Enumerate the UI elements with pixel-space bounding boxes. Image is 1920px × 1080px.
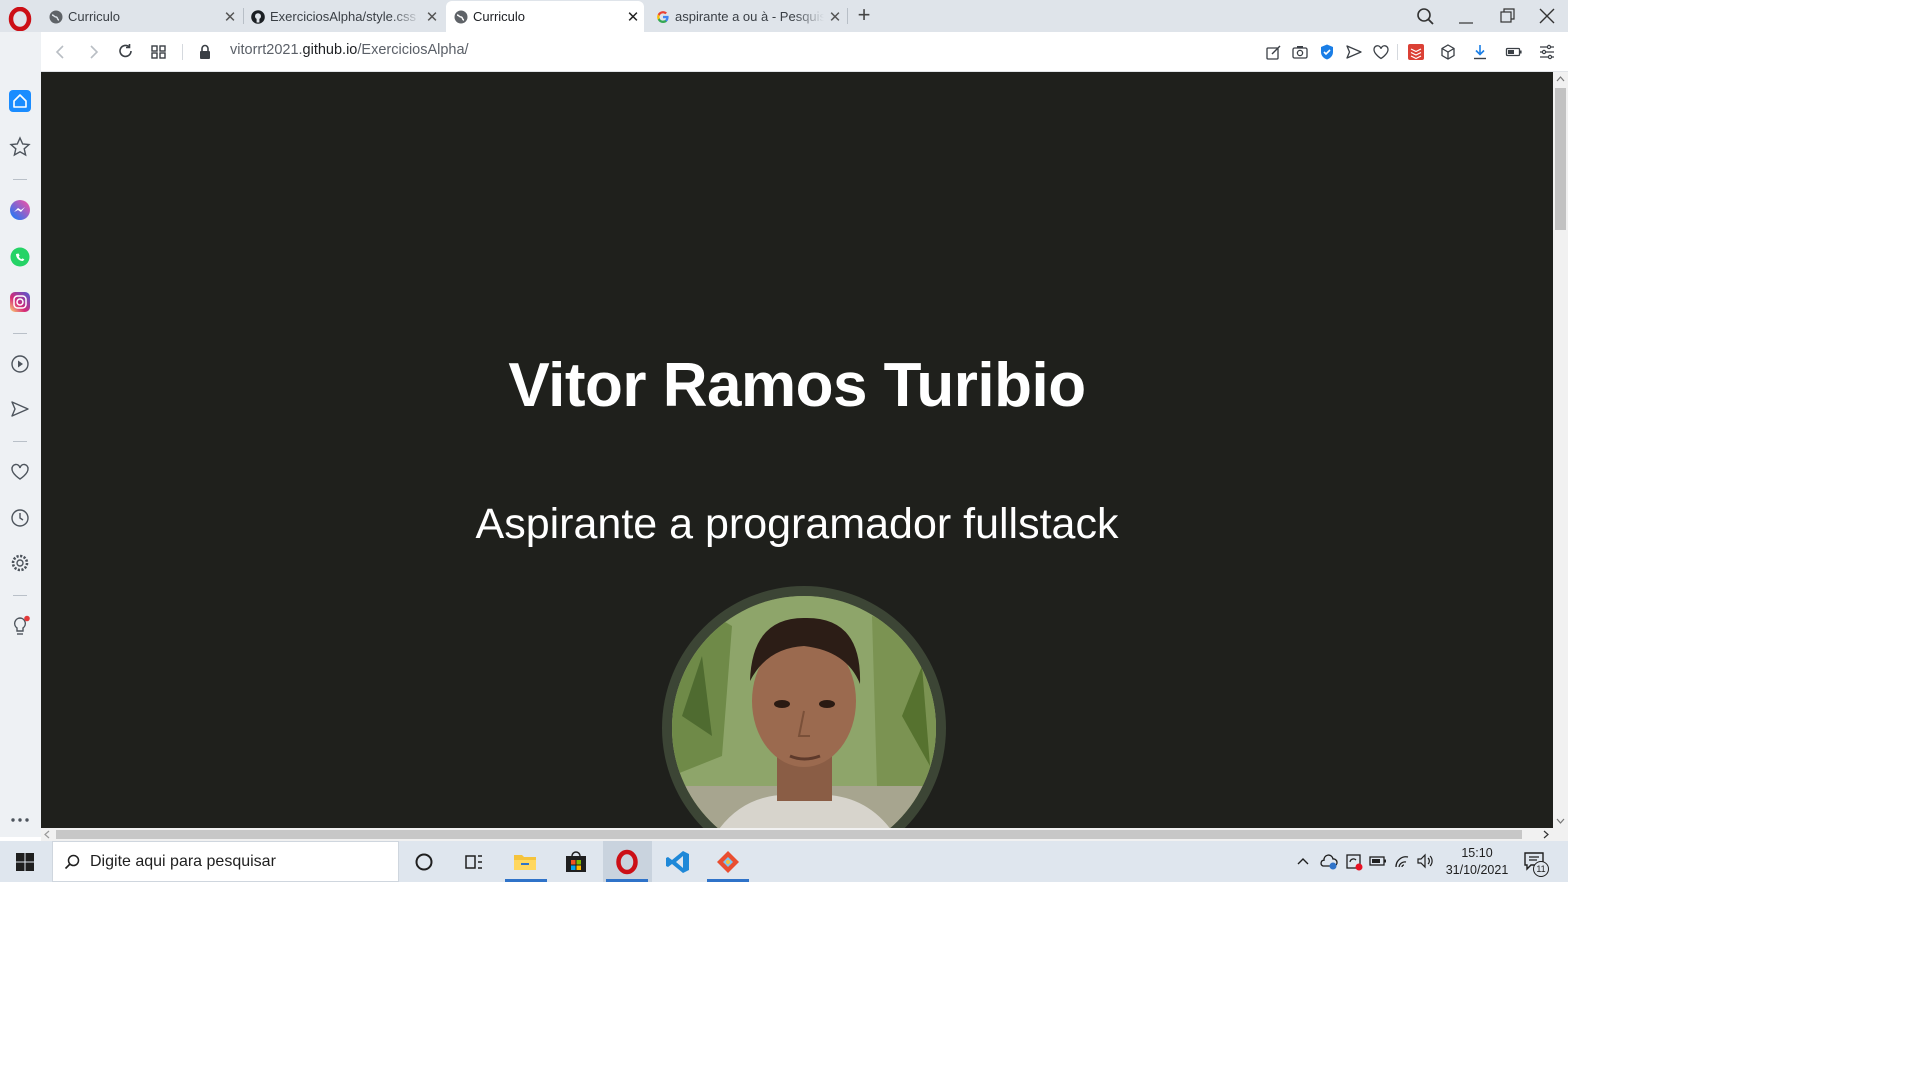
url-domain: github.io [302, 42, 358, 58]
divider [1397, 44, 1398, 60]
update-notice-icon[interactable] [1344, 852, 1364, 872]
more-icon[interactable] [9, 809, 31, 831]
sidebar-separator [13, 333, 27, 334]
onedrive-sync-icon[interactable] [1319, 853, 1339, 871]
reload-icon[interactable] [116, 42, 136, 62]
clock-time: 15:10 [1461, 846, 1493, 860]
close-tab-icon[interactable]: ✕ [421, 8, 443, 26]
divider [182, 44, 183, 60]
tab-google-search[interactable]: aspirante a ou à - Pesquisa ✕ [648, 1, 846, 32]
forward-icon[interactable] [83, 42, 103, 62]
opera-icon[interactable] [614, 849, 640, 875]
vertical-scroll-thumb[interactable] [1555, 88, 1566, 230]
close-tab-icon[interactable]: ✕ [824, 8, 846, 26]
google-icon [657, 10, 669, 23]
search-icon [64, 854, 80, 870]
home-icon[interactable] [9, 90, 31, 112]
scroll-left-arrow-icon[interactable] [42, 829, 52, 840]
settings-icon[interactable] [9, 552, 31, 574]
windows-start-icon[interactable] [12, 849, 38, 875]
volume-icon[interactable] [1416, 853, 1434, 869]
history-icon[interactable] [9, 507, 31, 529]
horizontal-scroll-thumb[interactable] [56, 830, 1522, 839]
extension-todoist-icon[interactable] [1407, 43, 1425, 61]
adblock-shield-icon[interactable] [1318, 43, 1336, 61]
opera-menu-icon[interactable] [8, 7, 32, 31]
download-icon[interactable] [1471, 43, 1489, 61]
notification-count-badge: 11 [1533, 861, 1549, 877]
address-bar: vitorrt2021.github.io/ExerciciosAlpha/ [41, 32, 1568, 72]
taskbar: Digite aqui para pesquisar 15:10 31/10/2… [0, 841, 1568, 882]
task-view-icon[interactable] [461, 849, 487, 875]
lock-icon[interactable] [195, 42, 215, 62]
page-title: Vitor Ramos Turibio [508, 351, 1086, 420]
extensions-cube-icon[interactable] [1439, 43, 1457, 61]
speed-dial-icon[interactable] [9, 136, 31, 158]
page-content: Vitor Ramos Turibio Aspirante a programa… [41, 72, 1553, 828]
tab-curriculo-active[interactable]: Curriculo ✕ [446, 1, 644, 32]
url-path: /ExerciciosAlpha/ [357, 42, 469, 58]
player-icon[interactable] [9, 353, 31, 375]
minimize-icon[interactable] [1451, 3, 1481, 29]
chevron-up-icon[interactable] [1295, 854, 1311, 868]
battery-icon[interactable] [1369, 854, 1387, 868]
taskbar-search-box[interactable]: Digite aqui para pesquisar [52, 841, 399, 882]
tips-icon[interactable] [9, 615, 31, 637]
camera-icon[interactable] [1291, 43, 1309, 61]
tab-github-style[interactable]: ExerciciosAlpha/style.css at ✕ [243, 1, 443, 32]
active-app-indicator [606, 879, 648, 882]
instagram-icon[interactable] [9, 291, 31, 313]
tiles-icon[interactable] [149, 42, 169, 62]
close-tab-icon[interactable]: ✕ [622, 8, 644, 26]
git-icon[interactable] [715, 849, 741, 875]
file-explorer-icon[interactable] [512, 849, 538, 875]
url-field[interactable]: vitorrt2021.github.io/ExerciciosAlpha/ [230, 42, 469, 58]
tab-title: aspirante a ou à - Pesquisa [675, 9, 824, 24]
tab-title: Curriculo [473, 9, 526, 24]
edit-share-icon[interactable] [1265, 43, 1283, 61]
scroll-down-arrow-icon[interactable] [1555, 816, 1566, 826]
bookmark-heart-icon[interactable] [1372, 43, 1390, 61]
vscode-icon[interactable] [665, 849, 691, 875]
new-tab-button[interactable]: + [852, 4, 876, 28]
active-app-indicator [505, 879, 547, 882]
system-clock[interactable]: 15:10 31/10/2021 [1440, 845, 1514, 879]
page-subtitle: Aspirante a programador fullstack [475, 500, 1119, 548]
sidebar-separator [13, 179, 27, 180]
back-icon[interactable] [51, 42, 71, 62]
tab-title: ExerciciosAlpha/style.css at [270, 9, 421, 24]
wifi-icon[interactable] [1393, 853, 1411, 869]
globe-icon [49, 10, 63, 23]
clock-date: 31/10/2021 [1445, 863, 1509, 877]
store-icon[interactable] [563, 849, 589, 875]
tab-bar: Curriculo ✕ ExerciciosAlpha/style.css at… [0, 0, 1568, 32]
messenger-icon[interactable] [9, 199, 31, 221]
close-tab-icon[interactable]: ✕ [219, 8, 241, 26]
search-placeholder: Digite aqui para pesquisar [90, 853, 276, 870]
tab-curriculo-1[interactable]: Curriculo ✕ [41, 1, 241, 32]
search-tabs-icon[interactable] [1410, 3, 1440, 29]
bookmarks-icon[interactable] [9, 461, 31, 483]
sidebar-separator [13, 441, 27, 442]
globe-icon [454, 10, 468, 23]
tab-separator [847, 8, 848, 24]
restore-icon[interactable] [1492, 3, 1522, 29]
cortana-icon[interactable] [411, 849, 437, 875]
active-app-indicator [707, 879, 749, 882]
url-prefix: vitorrt2021. [230, 42, 303, 58]
github-icon [251, 9, 265, 24]
action-center-button[interactable]: 11 [1522, 848, 1552, 878]
sidebar-separator [13, 595, 27, 596]
close-window-icon[interactable] [1532, 3, 1562, 29]
whatsapp-icon[interactable] [9, 246, 31, 268]
flow-icon[interactable] [9, 398, 31, 420]
battery-saver-icon[interactable] [1505, 43, 1523, 61]
easy-setup-icon[interactable] [1538, 43, 1556, 61]
sidebar [0, 32, 41, 837]
scroll-up-arrow-icon[interactable] [1555, 74, 1566, 84]
tab-title: Curriculo [68, 9, 121, 24]
scroll-right-arrow-icon[interactable] [1541, 829, 1551, 840]
send-flow-icon[interactable] [1345, 43, 1363, 61]
